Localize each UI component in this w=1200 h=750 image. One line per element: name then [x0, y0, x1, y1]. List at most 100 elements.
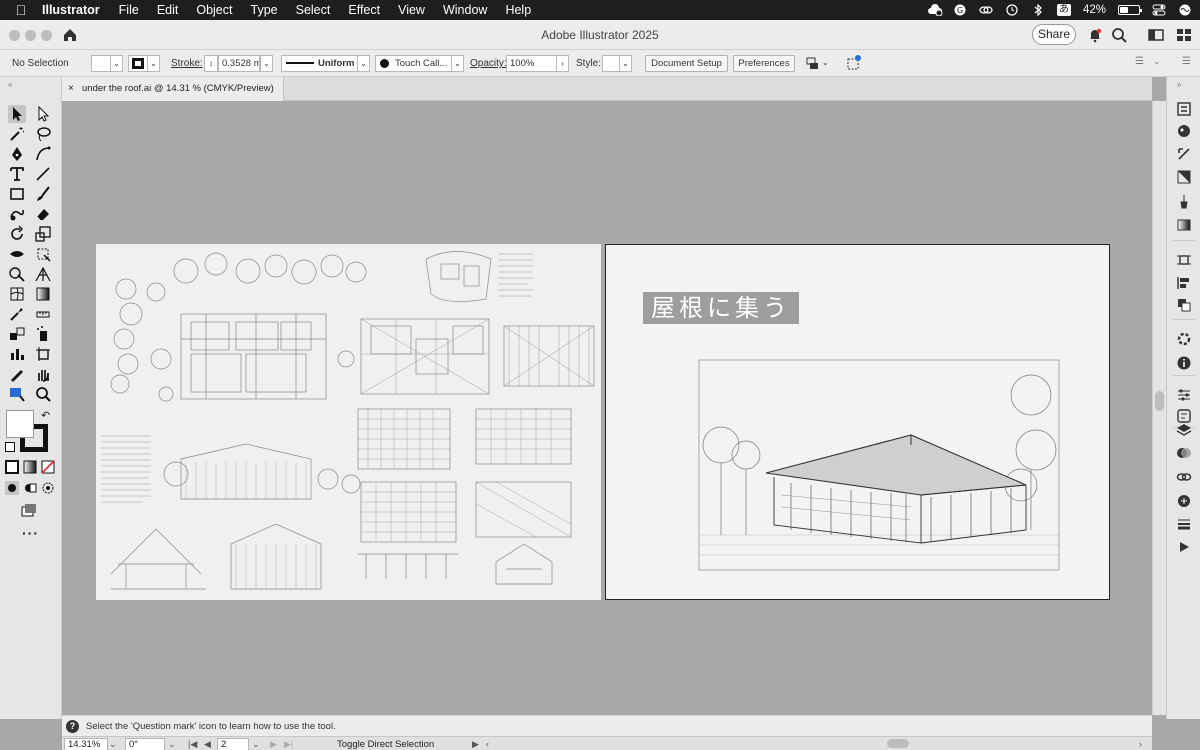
opacity-expand-arrow[interactable]: ›	[556, 55, 569, 72]
mesh-tool-icon[interactable]	[8, 285, 26, 303]
pathfinder-panel-icon[interactable]	[1176, 169, 1192, 185]
document-tab[interactable]: × under the roof.ai @ 14.31 % (CMYK/Prev…	[62, 77, 284, 101]
gradient-panel-icon[interactable]	[1176, 217, 1192, 233]
rotation-input[interactable]: 0°	[125, 738, 165, 750]
variable-width-profile[interactable]: Uniform	[281, 55, 358, 72]
column-graph-tool-icon[interactable]	[8, 345, 26, 363]
control-center-icon[interactable]	[1152, 4, 1166, 16]
artboard-number-input[interactable]: 2	[217, 738, 249, 750]
last-artboard-button[interactable]: ▶|	[284, 738, 293, 750]
stroke-weight-input[interactable]: 0.3528 m	[218, 55, 260, 72]
align-panel-icon[interactable]	[1176, 275, 1192, 291]
menu-edit[interactable]: Edit	[148, 3, 188, 17]
graphic-style-swatch[interactable]	[602, 55, 620, 72]
paintbrush-tool-icon[interactable]	[34, 185, 52, 203]
transform-panel-icon[interactable]	[1176, 146, 1192, 162]
zoom-dropdown[interactable]: ⌄	[109, 738, 117, 750]
symbol-sprayer-tool-icon[interactable]	[34, 325, 52, 343]
arrange-documents-icon[interactable]	[1147, 26, 1165, 44]
swap-fill-stroke-icon[interactable]: ↶	[41, 409, 50, 422]
appearance-panel-icon[interactable]	[1176, 331, 1192, 347]
selection-tool-icon[interactable]	[8, 105, 26, 123]
apple-menu-icon[interactable]: 	[0, 2, 42, 18]
actions-play-icon[interactable]	[1176, 539, 1192, 553]
first-artboard-button[interactable]: |◀	[188, 738, 197, 750]
artboard-title-text[interactable]: 屋根に集う	[643, 292, 799, 324]
stroke-panel-icon[interactable]	[1176, 516, 1192, 532]
workspace-switcher-icon[interactable]	[1175, 26, 1193, 44]
notifications-bell-icon[interactable]	[1086, 26, 1104, 44]
curvature-tool-icon[interactable]	[34, 145, 52, 163]
menu-object[interactable]: Object	[187, 3, 241, 17]
gradient-tool-icon[interactable]	[34, 285, 52, 303]
previous-artboard-button[interactable]: ◀	[204, 738, 211, 750]
menu-window[interactable]: Window	[434, 3, 496, 17]
opacity-label[interactable]: Opacity:	[470, 58, 507, 69]
menu-help[interactable]: Help	[496, 3, 540, 17]
stroke-swatch[interactable]	[128, 55, 148, 72]
draw-normal-icon[interactable]	[5, 481, 19, 495]
bluetooth-icon[interactable]	[1031, 3, 1045, 17]
lasso-tool-icon[interactable]	[34, 125, 52, 143]
fill-dropdown[interactable]: ⌄	[110, 55, 123, 72]
menu-view[interactable]: View	[389, 3, 434, 17]
eraser-tool-icon[interactable]	[34, 205, 52, 223]
next-artboard-button[interactable]: ▶	[270, 738, 277, 750]
siri-icon[interactable]	[1178, 4, 1192, 16]
fill-swatch[interactable]	[91, 55, 111, 72]
canvas-area[interactable]: 屋根に集う	[62, 101, 1152, 715]
transparency-panel-icon[interactable]	[1176, 445, 1192, 461]
gradient-mode-icon[interactable]	[23, 460, 37, 474]
menu-app-name[interactable]: Illustrator	[42, 3, 110, 17]
color-mode-icon[interactable]	[5, 460, 19, 474]
panel-collapse-icon[interactable]: «	[8, 80, 12, 89]
opacity-input[interactable]: 100%	[506, 55, 557, 72]
control-panel-menu-icon[interactable]: ⌄	[1153, 56, 1161, 67]
link-icon[interactable]	[979, 4, 993, 16]
print-tiling-tool-icon[interactable]	[8, 385, 26, 403]
shaper-tool-icon[interactable]	[8, 205, 26, 223]
artboard-dropdown[interactable]: ⌄	[252, 738, 260, 750]
libraries-panel-icon[interactable]	[1176, 123, 1192, 139]
document-setup-button[interactable]: Document Setup	[645, 55, 728, 72]
scroll-right-arrow[interactable]: ›	[1139, 738, 1142, 750]
menu-effect[interactable]: Effect	[339, 3, 389, 17]
menu-file[interactable]: File	[110, 3, 148, 17]
status-menu-arrow[interactable]: ▶	[472, 738, 479, 750]
scale-tool-icon[interactable]	[34, 225, 52, 243]
align-icon[interactable]: ☰	[1135, 56, 1144, 67]
dock-expand-icon[interactable]: »	[1177, 80, 1181, 89]
properties-sliders-panel-icon[interactable]	[1176, 387, 1192, 403]
draw-behind-icon[interactable]	[23, 481, 37, 495]
input-method-icon[interactable]: あ	[1056, 4, 1071, 16]
arrange-dropdown-icon[interactable]: ⌄	[822, 58, 829, 67]
symbols-panel-icon[interactable]	[1176, 493, 1192, 509]
creative-cloud-icon[interactable]	[927, 4, 943, 17]
arrange-icon[interactable]	[804, 55, 822, 73]
direct-selection-tool-icon[interactable]	[34, 105, 52, 123]
properties-panel-icon[interactable]	[1176, 101, 1192, 117]
brush-dropdown[interactable]: ⌄	[451, 55, 464, 72]
panel-menu-icon[interactable]: ☰	[1182, 56, 1191, 67]
layers-arrange-panel-icon[interactable]	[1176, 297, 1192, 313]
close-tab-icon[interactable]: ×	[68, 77, 74, 101]
stroke-dropdown[interactable]: ⌄	[147, 55, 160, 72]
graphic-style-dropdown[interactable]: ⌄	[619, 55, 632, 72]
vertical-scrollbar[interactable]	[1152, 101, 1166, 715]
none-mode-icon[interactable]	[41, 460, 55, 474]
scroll-left-arrow[interactable]: ‹	[486, 738, 489, 750]
hand-tool-icon[interactable]	[34, 365, 52, 383]
rotation-dropdown[interactable]: ⌄	[168, 738, 176, 750]
perspective-grid-tool-icon[interactable]	[34, 265, 52, 283]
recolor-artwork-icon[interactable]	[845, 54, 863, 72]
battery-icon[interactable]	[1118, 5, 1142, 15]
layers-panel-icon[interactable]	[1176, 422, 1192, 438]
stroke-weight-dropdown[interactable]: ⌄	[260, 55, 273, 72]
rotate-tool-icon[interactable]	[8, 225, 26, 243]
menu-type[interactable]: Type	[242, 3, 287, 17]
shape-builder-tool-icon[interactable]	[8, 265, 26, 283]
type-tool-icon[interactable]	[8, 165, 26, 183]
vertical-scroll-thumb[interactable]	[1155, 391, 1164, 411]
artboards-panel-icon[interactable]	[1176, 252, 1192, 268]
magic-wand-tool-icon[interactable]	[8, 125, 26, 143]
